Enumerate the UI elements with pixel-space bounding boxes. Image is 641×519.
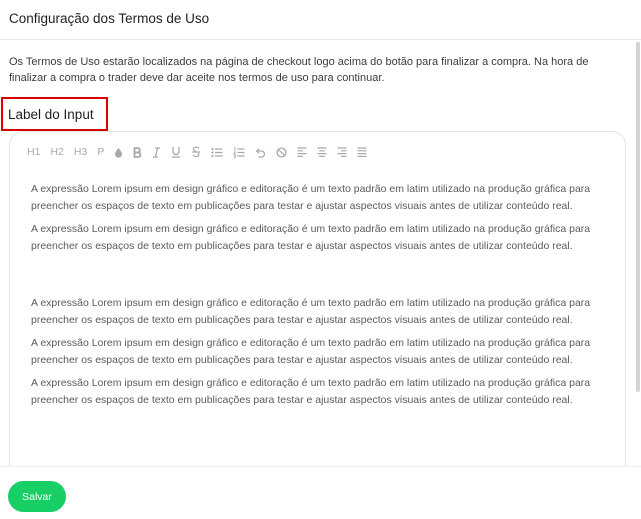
editor-empty-line xyxy=(31,261,605,295)
input-label: Label do Input xyxy=(8,107,94,122)
underline-icon[interactable] xyxy=(171,143,181,161)
heading3-button[interactable]: H3 xyxy=(74,143,87,161)
page-scrollbar[interactable] xyxy=(636,42,640,392)
align-center-icon[interactable] xyxy=(317,143,327,161)
bullet-list-icon[interactable] xyxy=(211,143,223,161)
paragraph-button[interactable]: P xyxy=(97,143,104,161)
editor-toolbar: H1 H2 H3 P xyxy=(27,143,377,161)
italic-icon[interactable] xyxy=(152,143,161,161)
rich-text-editor[interactable]: H1 H2 H3 P A expressão Lorem ipsum em de… xyxy=(9,131,626,466)
page-title: Configuração dos Termos de Uso xyxy=(9,11,210,26)
heading2-button[interactable]: H2 xyxy=(50,143,63,161)
color-drop-icon[interactable] xyxy=(114,143,123,161)
page-header: Configuração dos Termos de Uso xyxy=(0,0,641,40)
strikethrough-icon[interactable] xyxy=(191,143,201,161)
heading1-button[interactable]: H1 xyxy=(27,143,40,161)
editor-paragraph: A expressão Lorem ipsum em design gráfic… xyxy=(31,223,591,252)
ordered-list-icon[interactable] xyxy=(233,143,245,161)
settings-content: Os Termos de Uso estarão localizados na … xyxy=(0,40,641,466)
clear-format-icon[interactable] xyxy=(276,143,287,161)
bold-icon[interactable] xyxy=(133,143,142,161)
save-button[interactable]: Salvar xyxy=(8,481,66,512)
editor-paragraph: A expressão Lorem ipsum em design gráfic… xyxy=(31,377,591,406)
terms-description: Os Termos de Uso estarão localizados na … xyxy=(9,56,589,84)
undo-icon[interactable] xyxy=(255,143,266,161)
page-footer: Salvar xyxy=(0,466,641,519)
align-left-icon[interactable] xyxy=(297,143,307,161)
align-right-icon[interactable] xyxy=(337,143,347,161)
editor-paragraph: A expressão Lorem ipsum em design gráfic… xyxy=(31,337,591,366)
align-justify-icon[interactable] xyxy=(357,143,367,161)
editor-paragraph: A expressão Lorem ipsum em design gráfic… xyxy=(31,183,591,212)
editor-content[interactable]: A expressão Lorem ipsum em design gráfic… xyxy=(31,181,605,415)
editor-paragraph: A expressão Lorem ipsum em design gráfic… xyxy=(31,297,591,326)
